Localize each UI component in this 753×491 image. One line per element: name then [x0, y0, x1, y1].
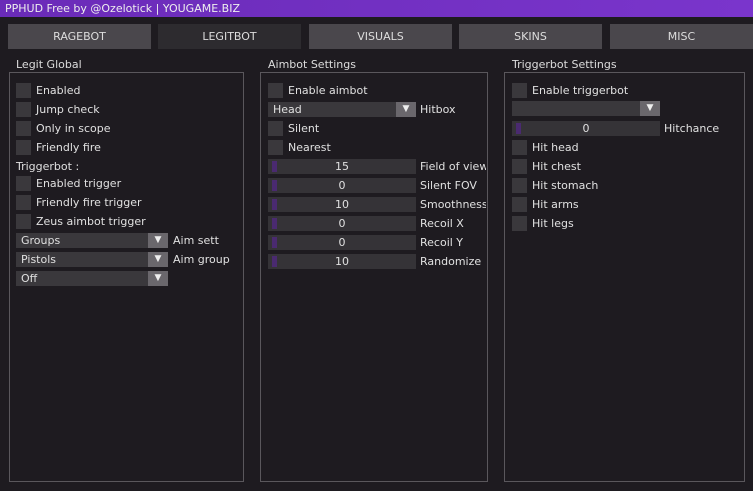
title-bar: PPHUD Free by @Ozelotick | YOUGAME.BIZ	[0, 0, 753, 17]
aimbot-settings-title: Aimbot Settings	[268, 58, 356, 71]
enabled-trigger-checkbox[interactable]: Enabled trigger	[16, 176, 121, 191]
slider-grab[interactable]	[272, 199, 277, 210]
tab-legitbot[interactable]: LEGITBOT	[158, 24, 301, 49]
hitbox-label: Hitbox	[420, 103, 456, 116]
triggerbot-label: Triggerbot :	[16, 160, 80, 173]
checkbox[interactable]	[268, 121, 283, 136]
checkbox[interactable]	[512, 197, 527, 212]
mode-dropdown[interactable]: Off ▼	[16, 271, 168, 286]
chevron-down-icon[interactable]: ▼	[148, 271, 168, 286]
tab-visuals[interactable]: VISUALS	[309, 24, 452, 49]
checkbox[interactable]	[512, 140, 527, 155]
aim-group-label: Aim group	[173, 253, 230, 266]
checkbox[interactable]	[512, 159, 527, 174]
slider-label: Recoil X	[420, 217, 464, 230]
slider-grab[interactable]	[272, 256, 277, 267]
zeus-aimbot-trigger-checkbox[interactable]: Zeus aimbot trigger	[16, 214, 146, 229]
hit-head-checkbox[interactable]: Hit head	[512, 140, 579, 155]
slider-grab[interactable]	[272, 161, 277, 172]
checkbox[interactable]	[512, 83, 527, 98]
aimbot-slider[interactable]: 0	[268, 216, 416, 231]
checkbox[interactable]	[512, 216, 527, 231]
hitbox-dropdown[interactable]: Head ▼	[268, 102, 416, 117]
chevron-down-icon[interactable]: ▼	[640, 101, 660, 116]
slider-label: Randomize	[420, 255, 482, 268]
tab-ragebot[interactable]: RAGEBOT	[8, 24, 151, 49]
enable-aimbot-checkbox[interactable]: Enable aimbot	[268, 83, 368, 98]
checkbox[interactable]	[16, 176, 31, 191]
hit-chest-checkbox[interactable]: Hit chest	[512, 159, 581, 174]
hitchance-label: Hitchance	[664, 122, 720, 135]
triggerbot-settings-title: Triggerbot Settings	[512, 58, 617, 71]
slider-grab[interactable]	[272, 237, 277, 248]
aimbot-slider[interactable]: 10	[268, 254, 416, 269]
enable-triggerbot-checkbox[interactable]: Enable triggerbot	[512, 83, 628, 98]
chevron-down-icon[interactable]: ▼	[396, 102, 416, 117]
checkbox[interactable]	[16, 140, 31, 155]
hit-arms-checkbox[interactable]: Hit arms	[512, 197, 579, 212]
tab-misc[interactable]: MISC	[610, 24, 753, 49]
checkbox[interactable]	[512, 178, 527, 193]
legit-global-title: Legit Global	[16, 58, 82, 71]
enabled-checkbox[interactable]: Enabled	[16, 83, 80, 98]
slider-label: Silent FOV	[420, 179, 477, 192]
friendly-fire-trigger-checkbox[interactable]: Friendly fire trigger	[16, 195, 142, 210]
hit-stomach-checkbox[interactable]: Hit stomach	[512, 178, 598, 193]
aimbot-slider[interactable]: 10	[268, 197, 416, 212]
checkbox[interactable]	[268, 83, 283, 98]
slider-grab[interactable]	[516, 123, 521, 134]
nearest-checkbox[interactable]: Nearest	[268, 140, 331, 155]
trigger-dropdown[interactable]: ▼	[512, 101, 660, 116]
slider-label: Smoothness	[420, 198, 486, 211]
checkbox[interactable]	[16, 121, 31, 136]
checkbox[interactable]	[16, 83, 31, 98]
chevron-down-icon[interactable]: ▼	[148, 252, 168, 267]
checkbox[interactable]	[268, 140, 283, 155]
friendly-fire-checkbox[interactable]: Friendly fire	[16, 140, 101, 155]
aim-sett-dropdown[interactable]: Groups ▼	[16, 233, 168, 248]
chevron-down-icon[interactable]: ▼	[148, 233, 168, 248]
jump-check-checkbox[interactable]: Jump check	[16, 102, 100, 117]
aim-sett-label: Aim sett	[173, 234, 219, 247]
aimbot-slider[interactable]: 0	[268, 235, 416, 250]
only-in-scope-checkbox[interactable]: Only in scope	[16, 121, 110, 136]
tab-skins[interactable]: SKINS	[459, 24, 602, 49]
aimbot-slider[interactable]: 0	[268, 178, 416, 193]
silent-checkbox[interactable]: Silent	[268, 121, 319, 136]
slider-label: Field of view	[420, 160, 486, 173]
checkbox[interactable]	[16, 214, 31, 229]
hitchance-slider[interactable]: 0	[512, 121, 660, 136]
slider-grab[interactable]	[272, 218, 277, 229]
aim-group-dropdown[interactable]: Pistols ▼	[16, 252, 168, 267]
slider-label: Recoil Y	[420, 236, 464, 249]
checkbox[interactable]	[16, 195, 31, 210]
slider-grab[interactable]	[272, 180, 277, 191]
hit-legs-checkbox[interactable]: Hit legs	[512, 216, 574, 231]
aimbot-slider[interactable]: 15	[268, 159, 416, 174]
checkbox[interactable]	[16, 102, 31, 117]
